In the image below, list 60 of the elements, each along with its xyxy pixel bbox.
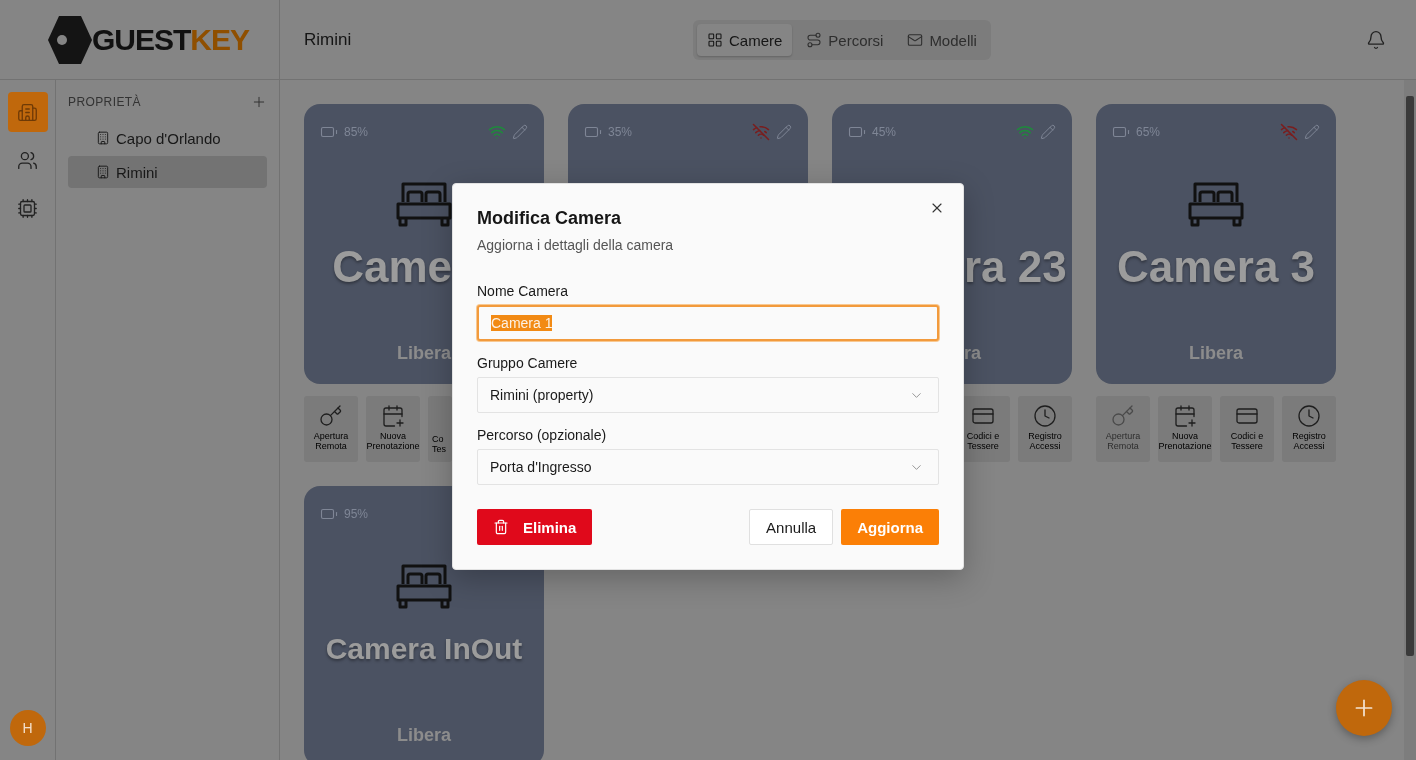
tab[interactable]: Percorsi — [796, 24, 894, 56]
action-button[interactable]: Registro Accessi — [1282, 396, 1336, 462]
building-icon — [96, 131, 110, 145]
action-button[interactable]: Nuova Prenotazione — [366, 396, 420, 462]
room-status: ra — [964, 343, 981, 364]
key-hexagon-icon — [48, 15, 92, 64]
users-icon — [17, 149, 38, 171]
select-field[interactable]: Porta d'Ingresso — [477, 449, 939, 485]
tab[interactable]: Modelli — [897, 24, 987, 56]
plus-icon — [251, 94, 267, 110]
action-button[interactable]: Nuova Prenotazione — [1158, 396, 1212, 462]
action-button[interactable]: Registro Accessi — [1018, 396, 1072, 462]
edit-button[interactable] — [776, 124, 792, 140]
room-status: Libera — [1189, 343, 1243, 364]
clock-icon — [1033, 404, 1057, 428]
add-property-button[interactable] — [251, 94, 267, 110]
clock-icon — [1297, 404, 1321, 428]
field-label: Percorso (opzionale) — [477, 427, 608, 443]
user-avatar[interactable]: H — [9, 710, 46, 746]
page-title: Rimini — [304, 29, 352, 50]
key-icon — [319, 404, 343, 428]
chip-icon — [17, 197, 38, 219]
trash-icon — [493, 519, 509, 535]
bell-icon — [1366, 29, 1386, 50]
room-status: Libera — [397, 725, 451, 746]
edit-button[interactable] — [1040, 124, 1056, 140]
room-name: Came — [332, 242, 452, 292]
bed-icon — [395, 562, 453, 610]
update-button[interactable]: Aggiorna — [841, 509, 939, 545]
mail-icon — [907, 32, 924, 48]
bed-icon — [1187, 180, 1245, 228]
property-item[interactable]: Capo d'Orlando — [68, 122, 267, 154]
select-field[interactable]: Rimini (property) — [477, 377, 939, 413]
tab[interactable]: Camere — [697, 24, 793, 56]
action-button[interactable]: Codici e Tessere — [1220, 396, 1274, 462]
grid-icon — [707, 32, 723, 48]
calendar-plus-icon — [1173, 404, 1197, 428]
edit-button[interactable] — [512, 124, 528, 140]
room-status: Libera — [397, 343, 451, 364]
action-button[interactable]: Apertura Remota — [304, 396, 358, 462]
room-name: Camera InOut — [325, 632, 523, 666]
route-icon — [806, 32, 823, 48]
edit-button[interactable] — [1304, 124, 1320, 140]
notifications-button[interactable] — [1366, 29, 1386, 50]
scrollbar[interactable] — [1404, 80, 1416, 760]
building-icon — [96, 165, 110, 179]
room-name: Camera 3 — [1116, 242, 1316, 292]
logo-wordmark: GUESTKEY — [92, 21, 250, 58]
building-icon — [17, 101, 38, 123]
bed-icon — [395, 180, 453, 228]
calendar-plus-icon — [381, 404, 405, 428]
key-icon — [1111, 404, 1135, 428]
room-name: ra 23 — [964, 242, 1067, 292]
building-nav-button[interactable] — [7, 92, 48, 132]
section-heading: PROPRIETÀ — [68, 95, 141, 109]
add-button[interactable] — [1336, 680, 1392, 736]
property-item[interactable]: Rimini — [68, 156, 267, 188]
action-button[interactable]: Co Tes — [428, 396, 452, 462]
delete-button[interactable]: Elimina — [477, 509, 593, 545]
cancel-button[interactable]: Annulla — [749, 509, 834, 545]
